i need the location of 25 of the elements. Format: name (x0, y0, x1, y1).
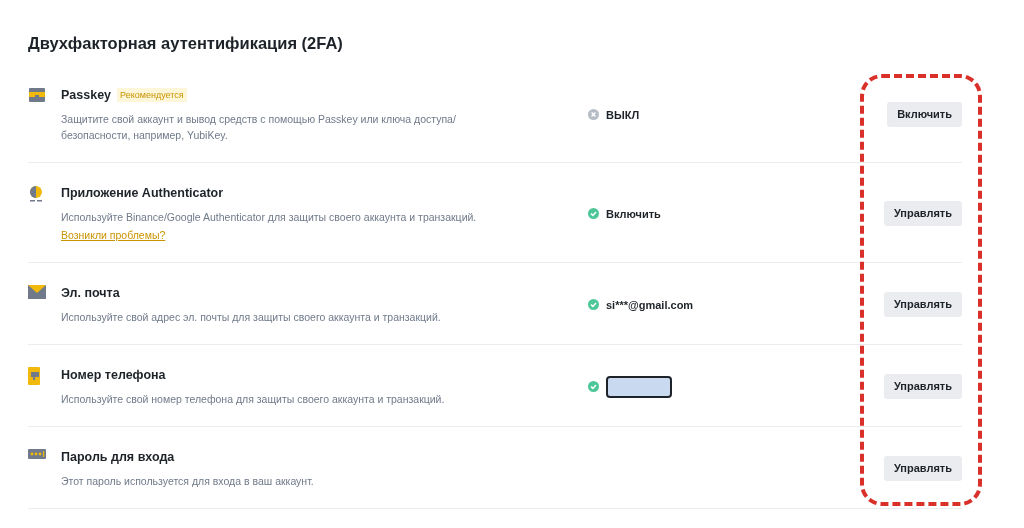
method-name: Passkey (61, 87, 112, 104)
phone-icon (28, 367, 40, 385)
action-button[interactable]: Управлять (883, 374, 962, 399)
action-button[interactable]: Управлять (883, 292, 962, 317)
password-icon (28, 449, 46, 459)
recommended-badge: Рекомендуется (117, 88, 187, 102)
method-description: Используйте свой номер телефона для защиты своего аккаунта и транзакций. (61, 392, 446, 407)
status-text: ВЫКЛ (606, 108, 640, 121)
briefcase-icon (28, 87, 46, 103)
action-button[interactable]: Управлять (883, 201, 962, 226)
section-title: Двухфакторная аутентификация (2FA) (28, 33, 343, 54)
authenticator-icon (28, 185, 44, 203)
action-button[interactable]: Управлять (883, 456, 962, 481)
status-text: si***@gmail.com (606, 298, 694, 311)
action-button[interactable]: Включить (887, 102, 962, 127)
envelope-icon (28, 285, 46, 299)
method-name: Пароль для входа (61, 449, 175, 466)
method-description: Этот пароль используется для входа в ваш аккаунт. (61, 474, 315, 489)
method-name: Приложение Authenticator (61, 185, 224, 202)
method-description: Защитите свой аккаунт и вывод средств с помощью Passkey или ключа доступа/безопасности, например, YubiKey. (61, 112, 457, 143)
method-name: Номер телефона (61, 367, 166, 384)
method-description: Используйте свой адрес эл. почты для защиты своего аккаунта и транзакций. (61, 310, 442, 325)
status-text: Включить (606, 207, 661, 220)
method-name: Эл. почта (61, 285, 120, 302)
method-description: Используйте Binance/Google Authenticator для защиты своего аккаунта и транзакций. (61, 210, 478, 225)
